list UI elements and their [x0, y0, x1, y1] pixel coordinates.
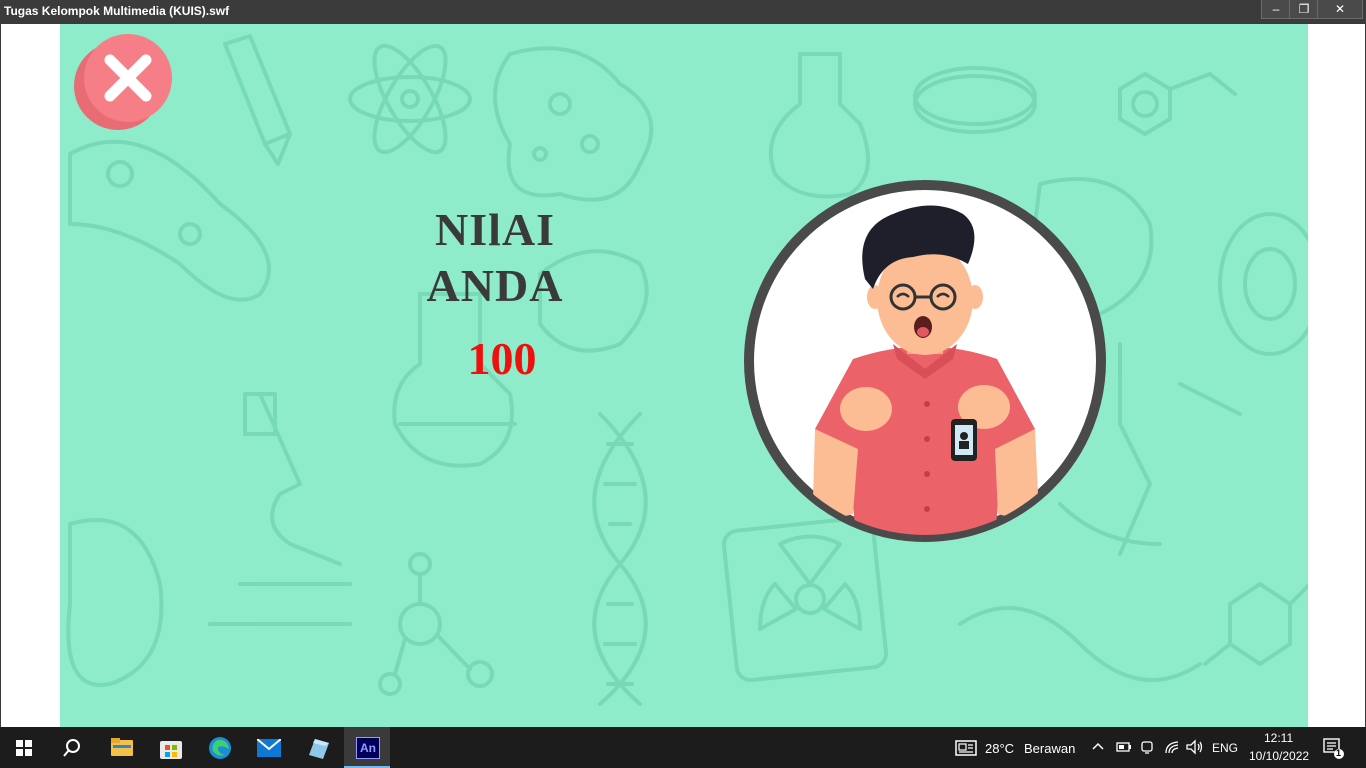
science-doodle-background: [66, 34, 1308, 706]
weather-temp[interactable]: 28°C: [985, 741, 1014, 756]
windows-taskbar: An 28°C Berawan ENG 12:11 10/10/2022 1: [0, 727, 1366, 768]
close-window-button[interactable]: ✕: [1317, 0, 1363, 19]
mail-icon: [257, 739, 281, 757]
score-heading: NIlAI ANDA: [380, 202, 610, 314]
minimize-button[interactable]: ‒: [1261, 0, 1291, 19]
start-button[interactable]: [0, 727, 46, 768]
notification-count: 1: [1336, 748, 1342, 758]
chevron-up-icon[interactable]: [1092, 742, 1104, 750]
score-heading-text: NIlAI ANDA: [380, 202, 610, 314]
search-button[interactable]: [48, 727, 94, 768]
app-button[interactable]: [295, 727, 341, 768]
clock-time[interactable]: 12:11: [1264, 731, 1293, 745]
notification-center-button[interactable]: 1: [1322, 737, 1344, 759]
score-value: 100: [467, 333, 537, 384]
file-explorer-button[interactable]: [99, 727, 145, 768]
edge-button[interactable]: [197, 727, 243, 768]
wifi-icon[interactable]: [1164, 739, 1180, 755]
battery-icon[interactable]: [1116, 741, 1132, 753]
search-icon: [63, 739, 80, 757]
score-heading-line: NIlAI: [434, 204, 556, 255]
score-heading-line: ANDA: [426, 260, 564, 311]
file-explorer-icon: [111, 738, 133, 756]
quiz-stage: NIlAI ANDA 100: [60, 24, 1308, 727]
window-title-bar: Tugas Kelompok Multimedia (KUIS).swf ‒ ❐…: [0, 0, 1366, 24]
close-quiz-button[interactable]: [70, 32, 176, 132]
animate-icon: An: [356, 737, 380, 759]
flash-player-content: NIlAI ANDA 100: [0, 24, 1366, 727]
news-widget-icon[interactable]: [955, 740, 977, 756]
clock-date[interactable]: 10/10/2022: [1249, 749, 1309, 763]
edge-icon: [209, 737, 231, 759]
window-title: Tugas Kelompok Multimedia (KUIS).swf: [4, 4, 230, 18]
weather-condition[interactable]: Berawan: [1024, 741, 1075, 756]
animate-button[interactable]: An: [344, 727, 390, 768]
mail-button[interactable]: [246, 727, 292, 768]
volume-icon[interactable]: [1186, 739, 1204, 755]
start-icon: [16, 740, 32, 756]
happy-student-illustration: [744, 180, 1106, 542]
microsoft-store-button[interactable]: [148, 727, 194, 768]
language-indicator[interactable]: ENG: [1212, 741, 1238, 755]
meet-icon[interactable]: [1140, 739, 1154, 755]
microsoft-store-icon: [160, 741, 182, 759]
app-icon: [309, 739, 329, 759]
restore-button[interactable]: ❐: [1289, 0, 1319, 19]
